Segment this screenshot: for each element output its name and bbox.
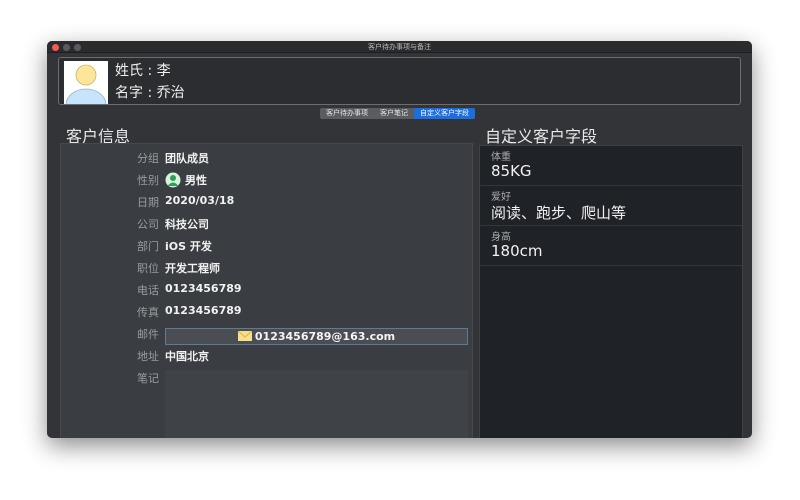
surname: 姓氏 : 李 xyxy=(115,63,171,79)
field-value: 180cm xyxy=(491,242,543,260)
field-label: 日期 xyxy=(137,196,159,209)
title-bar: 客户待办事项与备注 xyxy=(47,41,752,53)
custom-field-weight[interactable]: 体重 85KG xyxy=(480,146,742,186)
field-value[interactable]: 男性 xyxy=(185,172,207,188)
field-value[interactable]: 0123456789 xyxy=(165,282,242,295)
field-label: 电话 xyxy=(137,284,159,297)
tab-notes[interactable]: 客户笔记 xyxy=(374,108,414,119)
info-row-company: 公司 科技公司 xyxy=(61,214,471,234)
field-label: 爱好 xyxy=(491,192,511,203)
field-value[interactable]: 科技公司 xyxy=(165,216,209,232)
field-label: 传真 xyxy=(137,306,159,319)
field-label: 部门 xyxy=(137,240,159,253)
custom-field-hobbies[interactable]: 爱好 阅读、跑步、爬山等 xyxy=(480,186,742,226)
tab-bar: 客户待办事项 客户笔记 自定义客户字段 xyxy=(320,108,475,119)
customer-header: 姓氏 : 李 名字 : 乔治 xyxy=(58,57,741,105)
info-row-gender: 性别 男性 xyxy=(61,170,471,190)
field-label: 性别 xyxy=(137,174,159,187)
window-title: 客户待办事项与备注 xyxy=(368,43,431,51)
notes-textarea[interactable] xyxy=(165,370,468,438)
customer-info-panel: 分组 团队成员 性别 男性 日期 2020/03/18 公司 科技公司 部门 iOS 开… xyxy=(60,143,473,438)
email-button[interactable]: 0123456789@163.com xyxy=(165,328,468,345)
field-label: 职位 xyxy=(137,262,159,275)
info-row-phone: 电话 0123456789 xyxy=(61,280,471,300)
info-row-position: 职位 开发工程师 xyxy=(61,258,471,278)
given-name: 名字 : 乔治 xyxy=(115,85,185,101)
person-avatar-icon xyxy=(65,64,107,104)
envelope-icon xyxy=(237,330,253,341)
field-label: 邮件 xyxy=(137,328,159,341)
info-row-fax: 传真 0123456789 xyxy=(61,302,471,322)
field-label: 体重 xyxy=(491,152,511,163)
field-value: 阅读、跑步、爬山等 xyxy=(491,204,627,222)
email-value: 0123456789@163.com xyxy=(254,330,396,343)
field-label: 笔记 xyxy=(137,372,159,385)
person-icon xyxy=(165,172,181,188)
field-value[interactable]: 0123456789 xyxy=(165,304,242,317)
field-value[interactable]: 开发工程师 xyxy=(165,260,220,276)
field-label: 身高 xyxy=(491,232,511,243)
custom-fields-panel: 体重 85KG 爱好 阅读、跑步、爬山等 身高 180cm xyxy=(479,145,743,438)
field-label: 地址 xyxy=(137,350,159,363)
field-label: 公司 xyxy=(137,218,159,231)
info-row-department: 部门 iOS 开发 xyxy=(61,236,471,256)
field-value: 85KG xyxy=(491,162,532,180)
avatar xyxy=(64,61,108,104)
info-row-date: 日期 2020/03/18 xyxy=(61,192,471,212)
custom-fields-title: 自定义客户字段 xyxy=(485,127,598,146)
field-value[interactable]: 中国北京 xyxy=(165,348,209,364)
tab-todos[interactable]: 客户待办事项 xyxy=(320,108,374,119)
info-row-group: 分组 团队成员 xyxy=(61,148,471,168)
app-window: 客户待办事项与备注 姓氏 : 李 名字 : 乔治 客户待办事项 客户笔记 自定义… xyxy=(47,41,752,438)
field-value[interactable]: 团队成员 xyxy=(165,150,209,166)
tab-custom-fields[interactable]: 自定义客户字段 xyxy=(414,108,475,119)
info-row-address: 地址 中国北京 xyxy=(61,346,471,366)
custom-field-height[interactable]: 身高 180cm xyxy=(480,226,742,266)
field-value[interactable]: iOS 开发 xyxy=(165,238,212,254)
field-label: 分组 xyxy=(137,152,159,165)
field-value[interactable]: 2020/03/18 xyxy=(165,194,234,207)
